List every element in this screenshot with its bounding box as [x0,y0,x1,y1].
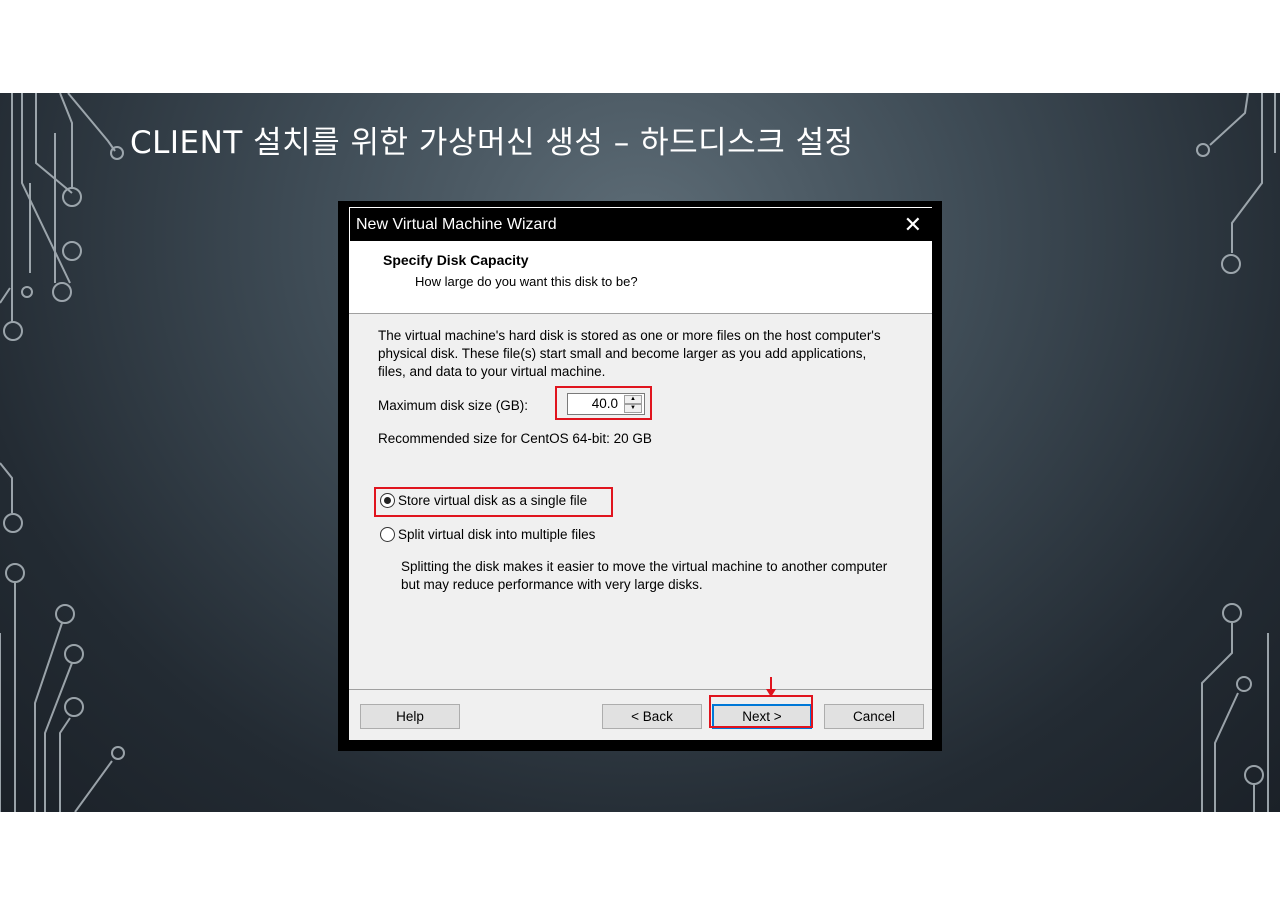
max-disk-size-spinner[interactable]: 40.0 ▲ ▼ [567,393,645,415]
option-split-files[interactable]: Split virtual disk into multiple files [380,527,595,542]
option-split-files-label[interactable]: Split virtual disk into multiple files [398,527,595,542]
split-description: Splitting the disk makes it easier to mo… [401,559,888,592]
cancel-button[interactable]: Cancel [824,704,924,729]
wizard-dialog: New Virtual Machine Wizard ✕ Specify Dis… [349,207,932,740]
dialog-title: New Virtual Machine Wizard [356,216,557,233]
radio-single-file[interactable] [380,493,395,508]
spinner-arrows[interactable]: ▲ ▼ [624,395,642,413]
option-single-file-label[interactable]: Store virtual disk as a single file [398,493,587,508]
header-title: Specify Disk Capacity [383,252,529,268]
dialog-screenshot-frame: New Virtual Machine Wizard ✕ Specify Dis… [338,201,942,751]
help-button[interactable]: Help [360,704,460,729]
max-disk-size-value[interactable]: 40.0 [592,396,618,411]
slide-title: CLIENT 설치를 위한 가상머신 생성 – 하드디스크 설정 [130,125,854,161]
back-button[interactable]: < Back [602,704,702,729]
dialog-titlebar: New Virtual Machine Wizard ✕ [349,207,932,241]
spinner-down-icon[interactable]: ▼ [624,404,642,413]
pointer-arrow-head [766,689,776,697]
recommended-size: Recommended size for CentOS 64-bit: 20 G… [378,431,652,446]
option-single-file[interactable]: Store virtual disk as a single file [380,493,587,508]
disk-description: The virtual machine's hard disk is store… [378,328,881,379]
radio-split-files[interactable] [380,527,395,542]
max-disk-size-label: Maximum disk size (GB): [378,398,529,413]
wizard-header: Specify Disk Capacity How large do you w… [349,241,932,314]
footer-divider [349,689,932,690]
slide-background: CLIENT 설치를 위한 가상머신 생성 – 하드디스크 설정 New Vir… [0,93,1280,812]
spinner-up-icon[interactable]: ▲ [624,395,642,404]
next-button[interactable]: Next > [712,704,812,729]
header-subtitle: How large do you want this disk to be? [415,274,638,289]
close-icon[interactable]: ✕ [904,212,922,238]
